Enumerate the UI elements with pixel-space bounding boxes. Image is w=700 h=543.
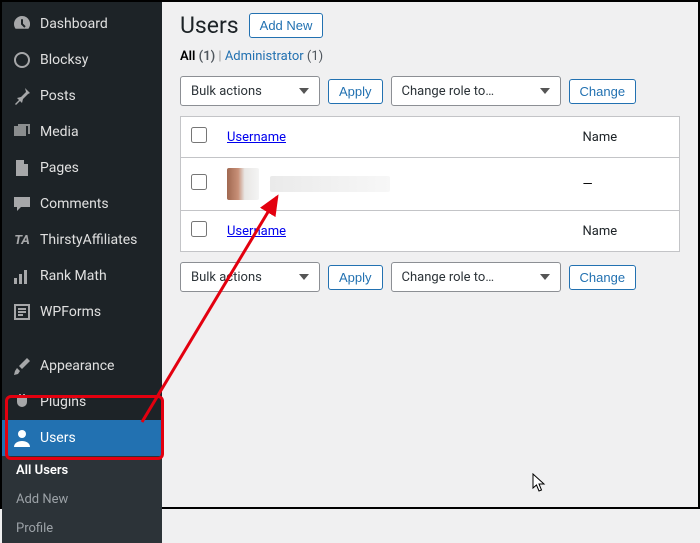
users-submenu: All Users Add New Profile [2,456,162,543]
change-role-select[interactable]: Change role to… [391,76,561,106]
sidebar-item-users[interactable]: Users [2,420,162,456]
sidebar-label: Rank Math [40,268,107,284]
admin-sidebar: Dashboard Blocksy Posts Media Pages Comm… [2,2,162,507]
filter-all[interactable]: All (1) [180,49,215,64]
sidebar-label: Comments [40,196,109,212]
top-actions: Bulk actions Apply Change role to… Chang… [180,76,680,106]
sidebar-label: Plugins [40,394,86,410]
sidebar-label: Appearance [40,358,114,374]
submenu-all-users[interactable]: All Users [2,456,162,485]
sidebar-item-media[interactable]: Media [2,114,162,150]
brush-icon [12,356,32,376]
table-row: — [181,158,680,211]
submenu-add-new[interactable]: Add New [2,485,162,514]
bottom-actions: Bulk actions Apply Change role to… Chang… [180,262,680,292]
apply-button-bottom[interactable]: Apply [328,265,383,290]
filter-administrator[interactable]: Administrator (1) [225,49,323,64]
select-all-checkbox-bottom[interactable] [191,221,207,237]
sidebar-item-comments[interactable]: Comments [2,186,162,222]
sidebar-item-posts[interactable]: Posts [2,78,162,114]
apply-button[interactable]: Apply [328,79,383,104]
username-redacted [270,176,390,192]
row-name-cell: — [573,158,680,211]
sidebar-item-appearance[interactable]: Appearance [2,348,162,384]
sidebar-label: Posts [40,88,76,104]
filter-links: All (1) | Administrator (1) [180,49,680,64]
sidebar-label: WPForms [40,304,101,320]
page-title: Users [180,12,239,39]
col-name-bottom: Name [573,211,680,252]
sidebar-label: Media [40,124,79,140]
avatar [227,168,259,200]
chart-icon [12,266,32,286]
sidebar-item-thirstyaffiliates[interactable]: TA ThirstyAffiliates [2,222,162,258]
bulk-actions-select[interactable]: Bulk actions [180,76,320,106]
row-checkbox[interactable] [191,174,207,190]
page-icon [12,158,32,178]
sidebar-item-pages[interactable]: Pages [2,150,162,186]
change-button[interactable]: Change [569,79,637,104]
col-username-bottom[interactable]: Username [227,224,286,239]
sidebar-label: Users [40,430,76,446]
select-all-checkbox[interactable] [191,127,207,143]
pin-icon [12,86,32,106]
sidebar-label: Dashboard [40,16,108,32]
row-username-cell[interactable] [217,158,573,211]
form-icon [12,302,32,322]
col-name: Name [573,117,680,158]
bulk-actions-select-bottom[interactable]: Bulk actions [180,262,320,292]
circle-icon [12,50,32,70]
submenu-profile[interactable]: Profile [2,514,162,543]
gauge-icon [12,14,32,34]
col-username[interactable]: Username [227,130,286,145]
main-content: Users Add New All (1) | Administrator (1… [162,2,698,507]
sidebar-item-rankmath[interactable]: Rank Math [2,258,162,294]
add-new-button[interactable]: Add New [249,13,324,38]
sidebar-item-wpforms[interactable]: WPForms [2,294,162,330]
plug-icon [12,392,32,412]
sidebar-label: Blocksy [40,52,88,68]
users-table: Username Name — Username N [180,116,680,252]
change-button-bottom[interactable]: Change [569,265,637,290]
ta-icon: TA [12,230,32,250]
comment-icon [12,194,32,214]
sidebar-item-blocksy[interactable]: Blocksy [2,42,162,78]
sidebar-item-plugins[interactable]: Plugins [2,384,162,420]
user-icon [12,428,32,448]
change-role-select-bottom[interactable]: Change role to… [391,262,561,292]
sidebar-label: ThirstyAffiliates [40,232,137,248]
media-icon [12,122,32,142]
sidebar-label: Pages [40,160,79,176]
sidebar-item-dashboard[interactable]: Dashboard [2,6,162,42]
